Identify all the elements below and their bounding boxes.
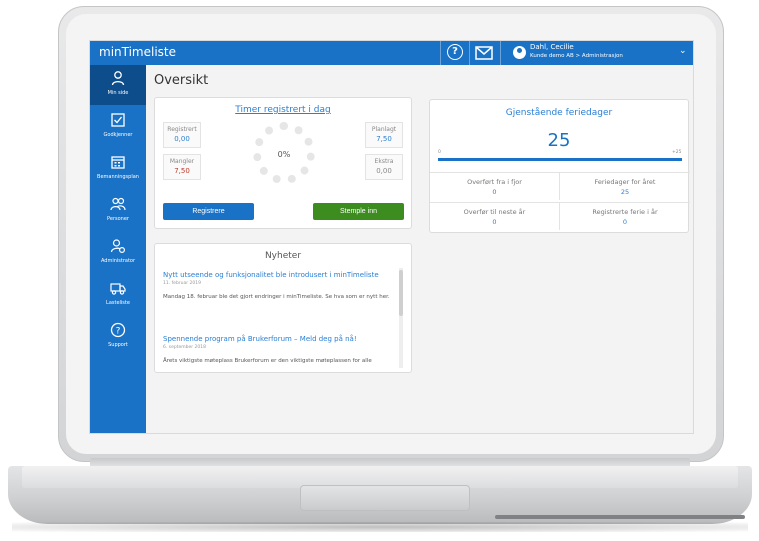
sidebar-item-label: Personer [107,216,129,222]
progress-donut: 0% [253,122,315,184]
truck-icon [110,283,126,295]
vacation-card: Gjenstående feriedager 25 0 +25 Overført… [429,99,690,233]
stat-planlagt: Planlagt 7,50 [365,122,403,148]
header-divider [469,41,470,65]
laptop-trackpad [300,485,470,511]
stat-mangler: Mangler 7,50 [163,154,201,180]
header-divider [440,41,441,65]
cell-value: 0 [492,188,497,196]
progress-min-label: 0 [438,150,441,155]
cell-overfor: Overfør til neste år 0 [430,202,560,230]
cell-overfort: Overført fra i fjor 0 [430,172,560,200]
stat-label: Mangler [169,158,195,165]
news-item-date: 6. september 2018 [163,345,206,350]
sidebar-item-personer[interactable]: Personer [90,191,146,231]
admin-icon [110,239,126,254]
stat-value: 0,00 [174,135,190,143]
cell-value: 0 [492,218,497,226]
vacation-remaining: 25 [547,130,571,151]
cell-label: Registrerte ferie i år [592,208,658,216]
news-scrollbar-thumb[interactable] [399,270,403,316]
mail-icon[interactable] [475,44,493,62]
sidebar-item-label: Min side [107,90,129,96]
sidebar-item-label: Support [108,342,128,348]
chevron-down-icon[interactable]: ⌄ [679,46,687,56]
sidebar-item-support[interactable]: ? Support [90,317,146,357]
top-bar: minTimeliste ? Dahl, Cecilie Kunde demo … [90,41,693,65]
sidebar-item-lasteliste[interactable]: Lasteliste [90,275,146,315]
news-item-date: 11. februar 2019 [163,281,201,286]
sidebar-item-bemanningsplan[interactable]: Bemanningsplan [90,149,146,189]
donut-percent: 0% [277,150,291,159]
laptop-front-edge [495,515,745,519]
stat-value: 0,00 [376,167,392,175]
news-card: Nyheter Nytt utseende og funksjonalitet … [154,243,412,373]
user-icon[interactable] [513,46,526,59]
page-title: Oversikt [154,73,209,88]
news-item-title[interactable]: Nytt utseende og funksjonalitet ble intr… [163,271,379,279]
cell-value: 0 [622,218,628,226]
news-card-title: Nyheter [264,251,302,261]
sidebar-item-min-side[interactable]: Min side [90,65,146,105]
calendar-icon [111,156,125,169]
main-content: Oversikt Timer registrert i dag Registre… [146,65,693,433]
cell-registrerte: Registrerte ferie i år 0 [560,202,690,230]
stat-value: 7,50 [376,135,392,143]
progress-max-label: +25 [672,150,682,155]
app-title[interactable]: minTimeliste [99,45,176,59]
laptop-shadow [12,522,748,532]
cell-feriedager: Feriedager for året 25 [560,172,690,200]
stat-value: 7,50 [174,167,190,175]
register-button[interactable]: Registrere [163,203,254,220]
timer-card-title[interactable]: Timer registrert i dag [155,105,411,115]
stat-label: Ekstra [374,158,394,165]
header-divider [500,41,501,65]
vacation-card-title: Gjenstående feriedager [505,108,613,118]
people-icon [110,197,126,211]
help-icon: ? [110,322,126,338]
stamp-in-button[interactable]: Stemple inn [313,203,404,220]
news-item-title[interactable]: Spennende program på Brukerforum – Meld … [163,335,357,343]
sidebar-item-label: Lasteliste [106,300,130,306]
vacation-progress-bar [438,158,682,161]
stat-ekstra: Ekstra 0,00 [365,154,403,180]
help-icon[interactable]: ? [447,44,463,60]
news-item-text: Mandag 18. februar ble det gjort endring… [163,294,390,300]
news-item-text: Årets viktigste møteplass Brukerforum er… [163,358,372,364]
sidebar-item-label: Administrator [100,258,136,264]
sidebar-item-godkjenner[interactable]: Godkjenner [90,107,146,147]
app-screen: minTimeliste ? Dahl, Cecilie Kunde demo … [89,40,694,434]
person-icon [111,71,125,86]
cell-value: 25 [620,188,630,196]
timer-card: Timer registrert i dag Registrert 0,00 M… [154,97,412,229]
checkbox-icon [111,113,125,127]
stat-label: Planlagt [371,126,397,133]
cell-label: Overfør til neste år [463,208,526,216]
sidebar: Min side Godkjenner Bemanningsplan Perso… [90,65,146,433]
user-name[interactable]: Dahl, Cecilie [530,43,574,51]
svg-text:?: ? [116,327,121,337]
cell-label: Feriedager for året [594,178,656,186]
user-org[interactable]: Kunde demo AB > Administrasjon [530,53,623,59]
sidebar-item-label: Bemanningsplan [97,174,139,180]
stat-registrert: Registrert 0,00 [163,122,201,148]
sidebar-item-administrator[interactable]: Administrator [90,233,146,273]
sidebar-item-label: Godkjenner [103,132,133,138]
stat-label: Registrert [167,126,197,133]
cell-label: Overført fra i fjor [467,178,522,186]
